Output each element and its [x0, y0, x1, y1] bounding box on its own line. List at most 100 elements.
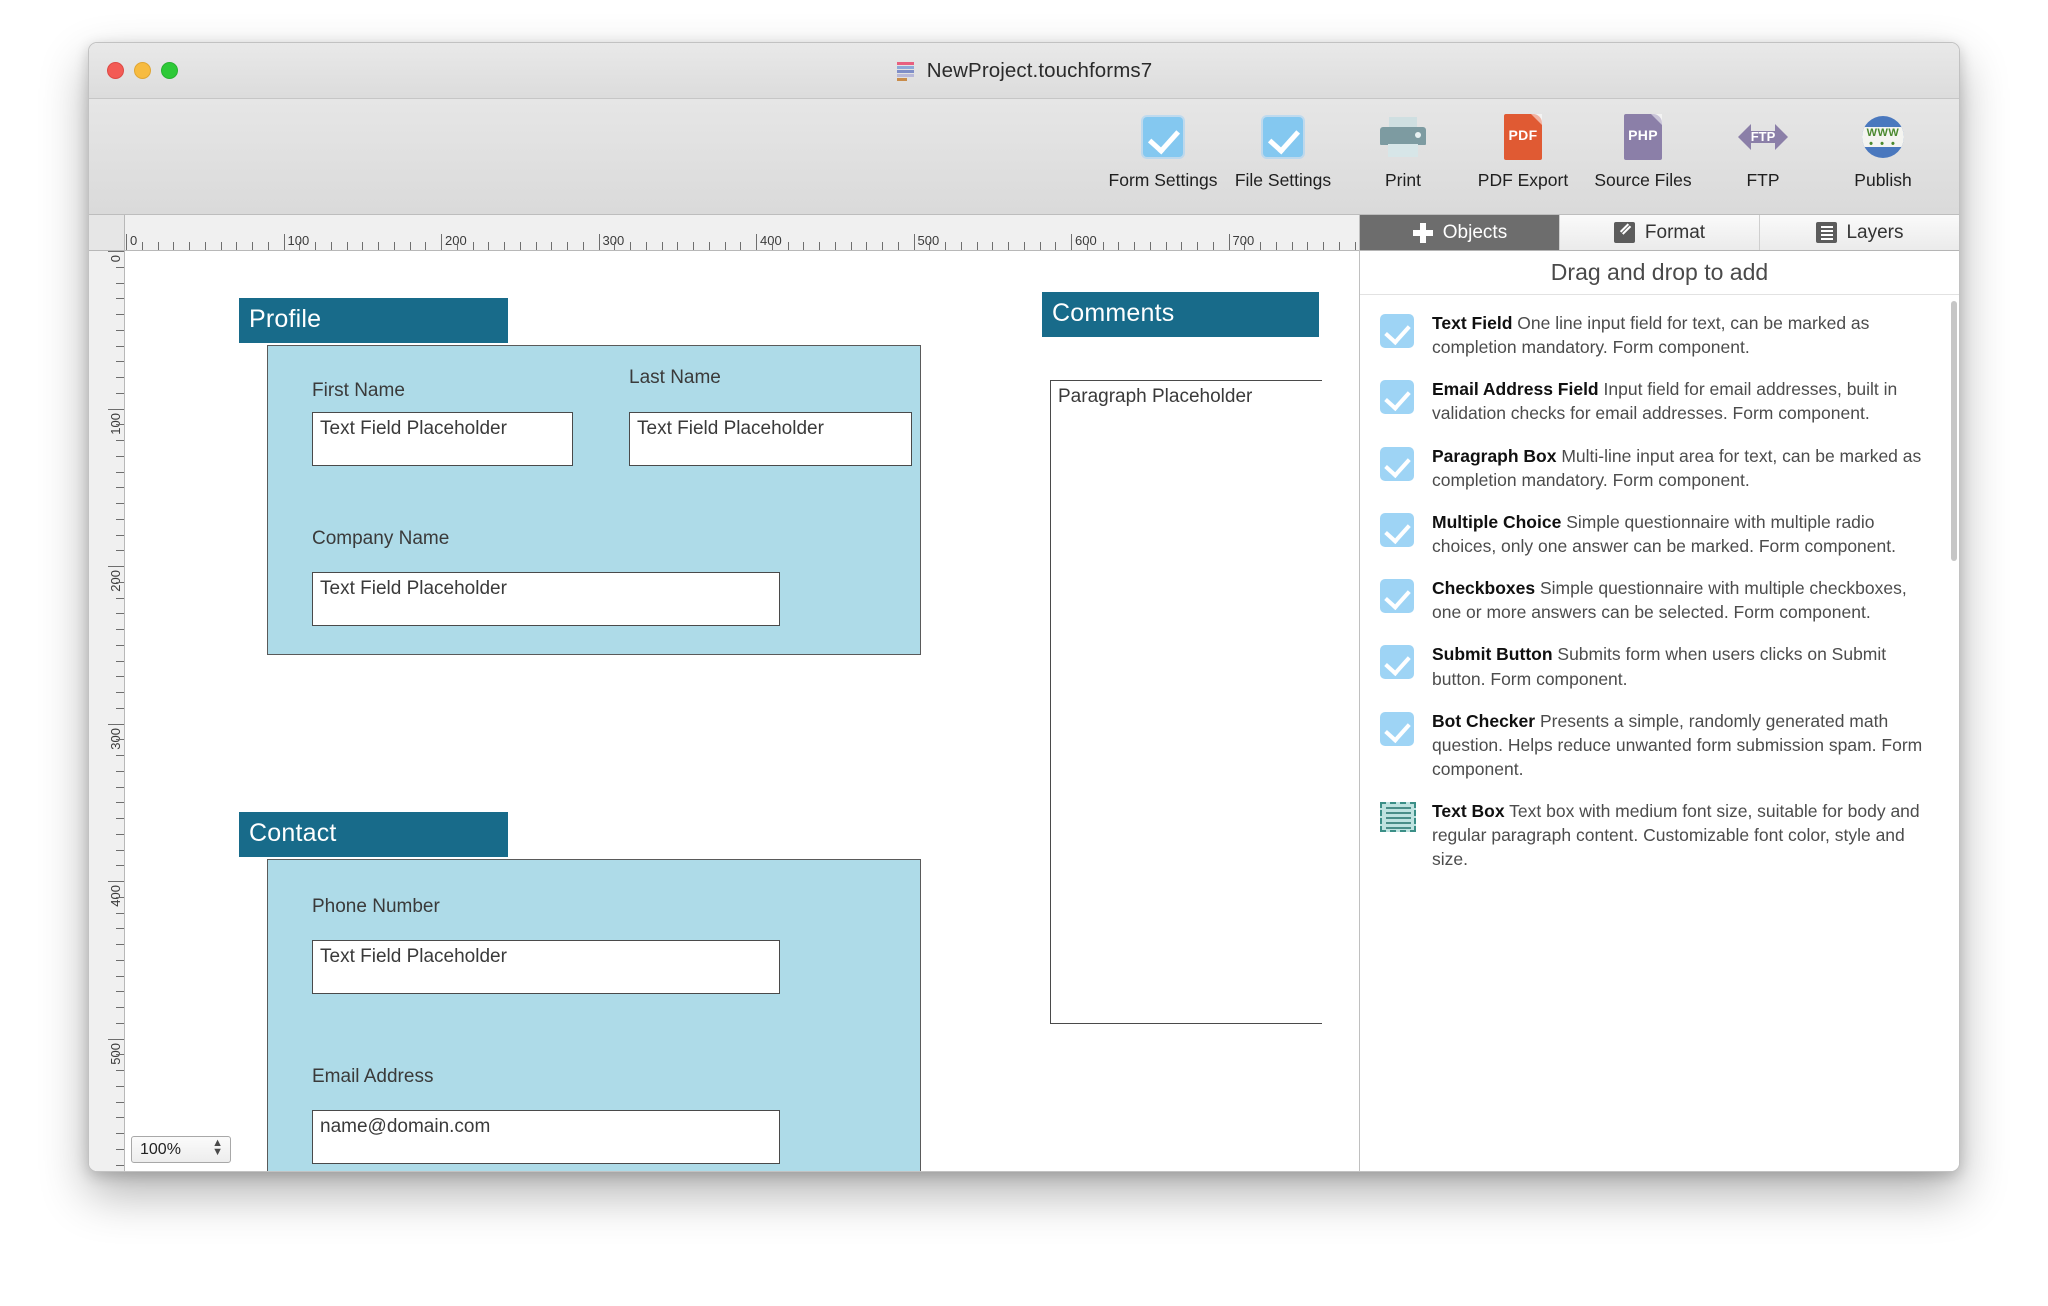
- list-item[interactable]: Multiple Choice Simple questionnaire wit…: [1360, 501, 1959, 567]
- object-description: Bot Checker Presents a simple, randomly …: [1432, 709, 1937, 781]
- ruler-tick: [898, 242, 899, 250]
- ruler-tick: [977, 242, 978, 250]
- ruler-tick: [116, 346, 124, 347]
- ruler-tick: [536, 242, 537, 250]
- ruler-tick: [583, 242, 584, 250]
- ruler-tick: [992, 242, 993, 250]
- ruler-tick: [126, 234, 127, 250]
- object-description: Text Box Text box with medium font size,…: [1432, 799, 1937, 871]
- field-input-email-address[interactable]: name@domain.com: [312, 1110, 780, 1164]
- ruler-tick: [803, 242, 804, 250]
- ruler-tick: [347, 242, 348, 250]
- ruler-tick: [394, 242, 395, 250]
- blue-checkbox-icon: [1380, 576, 1416, 624]
- ruler-tick: [567, 242, 568, 250]
- ruler-tick: [1292, 242, 1293, 250]
- ruler-tick: [116, 629, 124, 630]
- toolbar-pdf-export[interactable]: PDF PDF Export: [1463, 111, 1583, 191]
- ruler-tick: [116, 739, 124, 740]
- blue-checkbox-icon: [1380, 642, 1416, 690]
- ruler-tick: [116, 314, 124, 315]
- horizontal-ruler[interactable]: 0100200300400500600700800: [89, 215, 1500, 251]
- php-document-icon: PHP: [1624, 111, 1662, 163]
- ruler-tick: [284, 234, 285, 250]
- ruler-tick: [1260, 242, 1261, 250]
- list-item[interactable]: Bot Checker Presents a simple, randomly …: [1360, 700, 1959, 790]
- tab-layers[interactable]: Layers: [1760, 215, 1959, 250]
- ruler-corner: [89, 215, 125, 251]
- chevron-down-icon[interactable]: ▼: [212, 1148, 223, 1157]
- zoom-control[interactable]: 100% ▲ ▼: [131, 1136, 231, 1163]
- object-library-list[interactable]: Text Field One line input field for text…: [1360, 296, 1959, 1171]
- list-item[interactable]: Text Field One line input field for text…: [1360, 302, 1959, 368]
- ruler-tick: [116, 503, 124, 504]
- field-input-last-name[interactable]: Text Field Placeholder: [629, 412, 912, 466]
- ruler-tick: [116, 708, 124, 709]
- ruler-tick: [108, 724, 124, 725]
- field-input-comments-paragraph[interactable]: Paragraph Placeholder: [1050, 380, 1322, 1024]
- object-description: Checkboxes Simple questionnaire with mul…: [1432, 576, 1937, 624]
- ruler-tick: [108, 1039, 124, 1040]
- field-value: name@domain.com: [320, 1116, 490, 1138]
- tab-label: Layers: [1846, 222, 1903, 244]
- blue-checkbox-icon: [1380, 377, 1416, 425]
- window-title: NewProject.touchforms7: [927, 59, 1153, 83]
- ruler-tick: [504, 242, 505, 250]
- field-value: Text Field Placeholder: [320, 418, 507, 440]
- object-name: Text Field: [1432, 313, 1512, 333]
- ruler-tick: [108, 566, 124, 567]
- field-input-first-name[interactable]: Text Field Placeholder: [312, 412, 573, 466]
- list-item[interactable]: Submit Button Submits form when users cl…: [1360, 633, 1959, 699]
- toolbar-file-settings[interactable]: File Settings: [1223, 111, 1343, 191]
- field-input-company-name[interactable]: Text Field Placeholder: [312, 572, 780, 626]
- ruler-tick: [116, 850, 124, 851]
- ruler-tick: [116, 298, 124, 299]
- ruler-tick: [1055, 242, 1056, 250]
- pdf-document-icon: PDF: [1504, 111, 1542, 163]
- ruler-tick: [1181, 242, 1182, 250]
- list-item[interactable]: Email Address Field Input field for emai…: [1360, 368, 1959, 434]
- toolbar-source-files[interactable]: PHP Source Files: [1583, 111, 1703, 191]
- blue-checkbox-icon: [1263, 111, 1303, 163]
- ruler-tick: [630, 242, 631, 250]
- field-label-last-name: Last Name: [629, 367, 721, 389]
- ruler-tick: [116, 661, 124, 662]
- field-label-email-address: Email Address: [312, 1066, 433, 1088]
- object-name: Email Address Field: [1432, 379, 1599, 399]
- ruler-tick: [221, 242, 222, 250]
- list-item[interactable]: Text Box Text box with medium font size,…: [1360, 790, 1959, 880]
- toolbar-label: File Settings: [1235, 170, 1331, 191]
- list-item[interactable]: Paragraph Box Multi-line input area for …: [1360, 435, 1959, 501]
- ruler-tick: [116, 1054, 124, 1055]
- ruler-tick: [693, 242, 694, 250]
- app-window: NewProject.touchforms7 Form Settings Fil…: [88, 42, 1960, 1172]
- toolbar-ftp[interactable]: FTP FTP: [1703, 111, 1823, 191]
- section-header-comments[interactable]: Comments: [1042, 292, 1319, 337]
- ruler-tick: [1150, 242, 1151, 250]
- blue-checkbox-icon: [1380, 311, 1416, 359]
- tab-objects[interactable]: Objects: [1360, 215, 1560, 250]
- ruler-tick: [1103, 242, 1104, 250]
- toolbar-print[interactable]: Print: [1343, 111, 1463, 191]
- toolbar-label: Publish: [1854, 170, 1911, 191]
- list-item[interactable]: Checkboxes Simple questionnaire with mul…: [1360, 567, 1959, 633]
- ruler-tick: [709, 242, 710, 250]
- field-value: Text Field Placeholder: [320, 946, 507, 968]
- toolbar-form-settings[interactable]: Form Settings: [1103, 111, 1223, 191]
- form-canvas[interactable]: Profile First Name Text Field Placeholde…: [126, 252, 1322, 1171]
- ruler-tick: [677, 242, 678, 250]
- tab-format[interactable]: Format: [1560, 215, 1760, 250]
- object-name: Multiple Choice: [1432, 512, 1561, 532]
- toolbar-publish[interactable]: WWW • • • Publish: [1823, 111, 1943, 191]
- field-input-phone-number[interactable]: Text Field Placeholder: [312, 940, 780, 994]
- ruler-tick: [866, 242, 867, 250]
- ruler-tick: [740, 242, 741, 250]
- ruler-tick: [520, 242, 521, 250]
- vertical-ruler[interactable]: 0100200300400500600: [89, 251, 125, 1171]
- zoom-stepper[interactable]: ▲ ▼: [212, 1139, 223, 1157]
- inspector-scrollbar[interactable]: [1951, 301, 1957, 561]
- field-value: Text Field Placeholder: [637, 418, 824, 440]
- ruler-tick: [756, 234, 757, 250]
- section-header-profile[interactable]: Profile: [239, 298, 508, 343]
- section-header-contact[interactable]: Contact: [239, 812, 508, 857]
